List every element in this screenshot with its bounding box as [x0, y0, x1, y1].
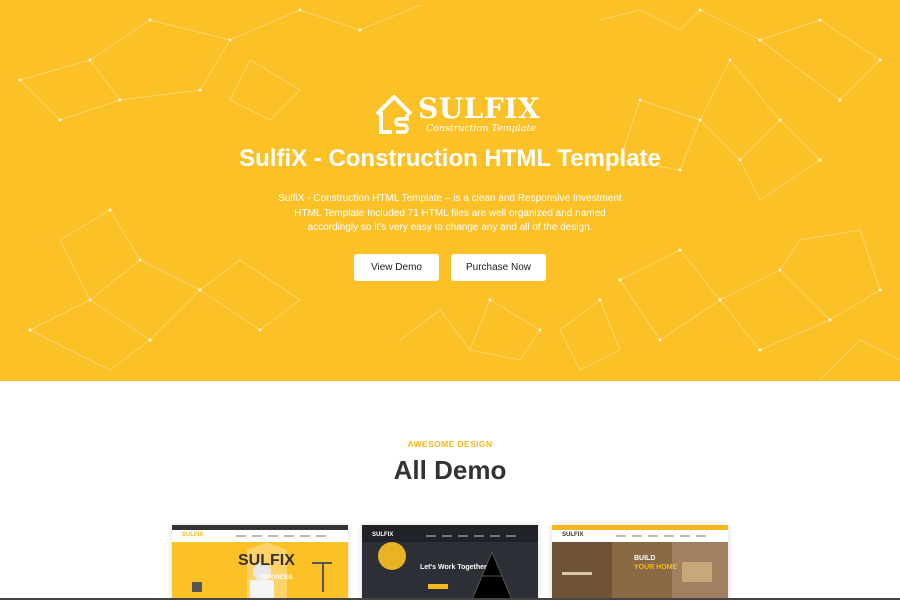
hero-section: SULFIX Construction Template SulfiX - Co… — [0, 0, 900, 381]
demo-illustration — [378, 542, 513, 600]
logo-tagline: Construction Template — [426, 123, 536, 134]
demo-headline: SULFIX — [238, 552, 295, 569]
demo-headline: Let's Work Together — [420, 564, 487, 571]
network-background — [18, 4, 900, 381]
section-title: All Demo — [393, 455, 507, 485]
logo[interactable]: SULFIX Construction Template — [374, 92, 540, 138]
demo-card-3[interactable]: SULFIX BUILD YOUR HOME — [552, 525, 728, 600]
logo-brand: SULFIX — [418, 92, 541, 125]
demo-nav-links — [426, 535, 516, 537]
purchase-now-button[interactable]: Purchase Now — [451, 254, 546, 281]
demo-subheadline: YOUR HOME — [634, 564, 678, 571]
demo-hero: Let's Work Together — [362, 542, 538, 600]
demo-illustration — [552, 542, 728, 600]
demo-illustration — [192, 542, 332, 600]
demo-logo: SULFIX — [562, 532, 584, 538]
demo-hero: BUILD YOUR HOME — [552, 542, 728, 600]
section-eyebrow: AWESOME DESIGN — [407, 439, 493, 449]
demo-logo: SULFIX — [372, 532, 394, 538]
hero-title: SulfiX - Construction HTML Template — [239, 145, 661, 172]
demo-subheadline: SERVICES — [260, 574, 293, 581]
demo-logo: SULFIX — [182, 532, 204, 538]
view-demo-button[interactable]: View Demo — [354, 254, 439, 281]
demo-hero: SULFIX SERVICES — [172, 542, 348, 600]
demo-nav-links — [616, 535, 706, 537]
demo-nav-links — [236, 535, 326, 537]
house-icon — [375, 95, 413, 134]
hero-description: SulfiX - Construction HTML Template – is… — [278, 193, 622, 233]
demo-card-2[interactable]: SULFIX Let's Work Together — [362, 525, 538, 600]
demo-card-1[interactable]: SULFIX SULFIX SERVICES — [172, 525, 348, 600]
demo-headline: BUILD — [634, 555, 656, 562]
